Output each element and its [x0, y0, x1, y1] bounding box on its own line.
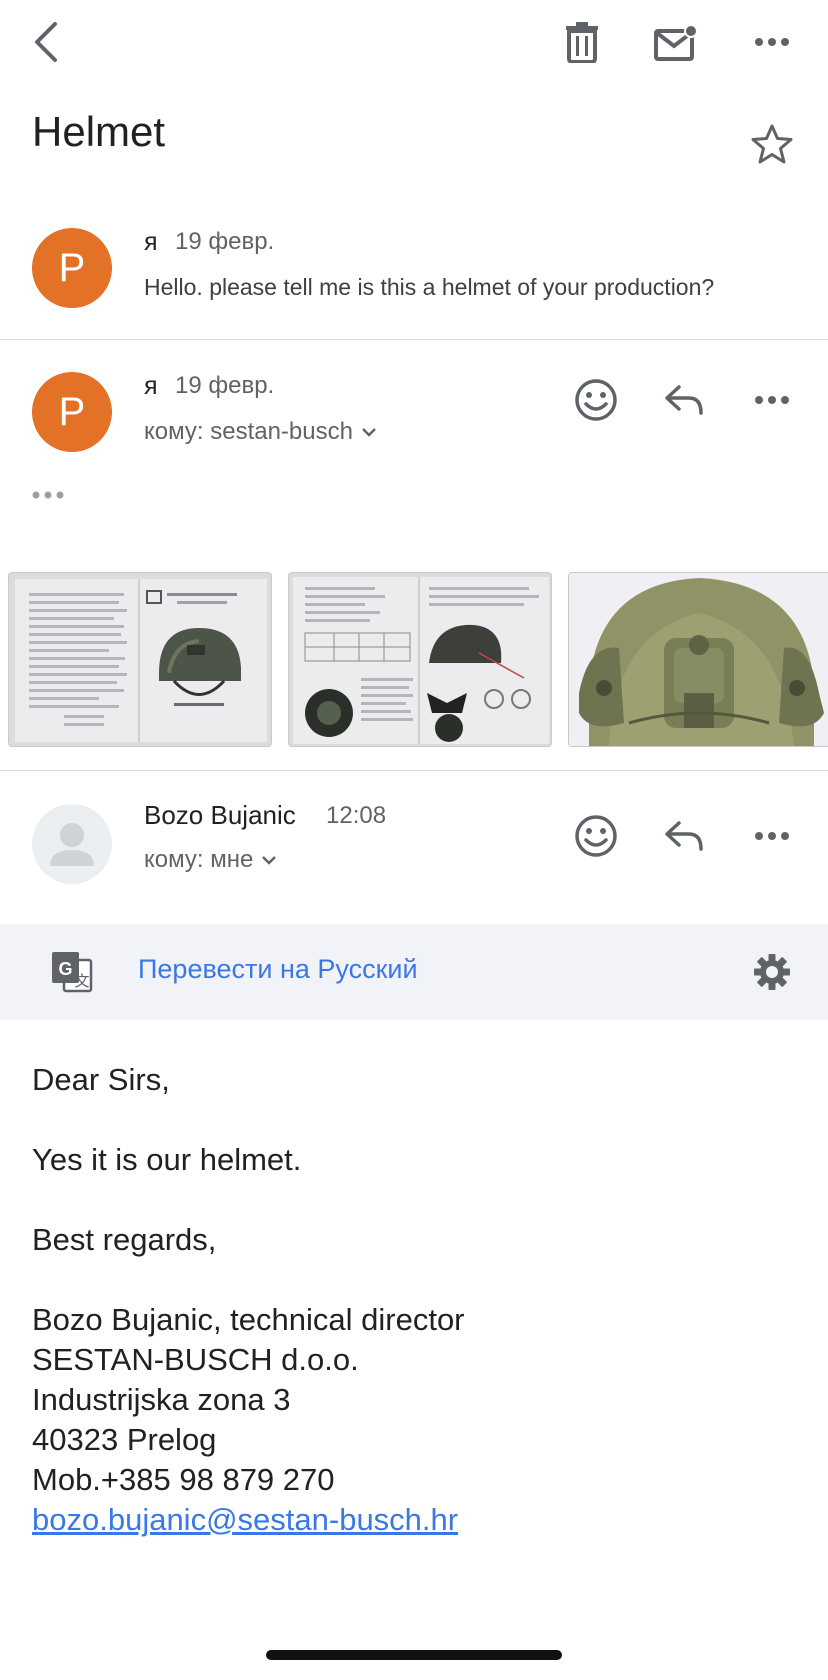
signature-city: 40323 Prelog: [32, 1422, 217, 1457]
translate-bar: G 文 Перевести на Русский: [0, 924, 828, 1020]
recipients-toggle[interactable]: кому: sestan-busch: [144, 418, 377, 446]
body-line: Yes it is our helmet.: [32, 1142, 302, 1177]
google-translate-icon: G 文: [50, 950, 94, 994]
attachment-thumbnail-manual-1[interactable]: [8, 572, 272, 747]
recipients-text: кому: sestan-busch: [144, 418, 353, 445]
sender-name: я: [144, 228, 158, 256]
more-options-button[interactable]: [746, 16, 798, 68]
divider: [0, 339, 828, 340]
message-time: 12:08: [326, 802, 387, 829]
document-photo-image: [289, 573, 551, 746]
mark-unread-button[interactable]: [648, 14, 704, 70]
sender-name: я: [144, 372, 158, 400]
mail-unread-icon: [654, 24, 698, 61]
top-app-bar: [0, 0, 828, 90]
gear-icon: [754, 954, 790, 990]
chevron-left-icon: [35, 22, 57, 62]
reply-icon: [665, 821, 703, 851]
document-photo-image: [9, 573, 271, 746]
divider: [0, 770, 828, 771]
signature-name: Bozo Bujanic, technical director: [32, 1302, 465, 1337]
reply-icon: [665, 385, 703, 415]
email-subject: Helmet: [32, 108, 166, 155]
chevron-down-icon: [362, 428, 376, 437]
smiley-icon: [575, 379, 617, 421]
signature-address: Industrijska zona 3: [32, 1382, 291, 1417]
message-collapsed[interactable]: P я 19 февр. Hello. please tell me is th…: [0, 210, 828, 338]
star-button[interactable]: [748, 120, 796, 168]
recipients-text: кому: мне: [144, 846, 254, 873]
helmet-photo-image: [569, 573, 828, 746]
delete-button[interactable]: [556, 16, 608, 68]
avatar: P: [32, 372, 112, 452]
body-closing: Best regards,: [32, 1222, 217, 1257]
star-outline-icon: [751, 124, 793, 164]
home-indicator: [266, 1650, 562, 1660]
translate-link[interactable]: Перевести на Русский: [138, 954, 418, 985]
emoji-reaction-button[interactable]: [570, 810, 622, 862]
body-greeting: Dear Sirs,: [32, 1062, 170, 1097]
attachment-thumbnail-helmet-photo[interactable]: [568, 572, 828, 747]
message-snippet: Hello. please tell me is this a helmet o…: [144, 274, 715, 300]
message-more-button[interactable]: [746, 374, 798, 426]
more-horizontal-icon: [755, 832, 789, 840]
signature-company: SESTAN-BUSCH d.o.o.: [32, 1342, 359, 1377]
reply-button[interactable]: [658, 374, 710, 426]
person-icon: [50, 823, 94, 866]
recipients-toggle[interactable]: кому: мне: [144, 846, 277, 874]
avatar-default: [32, 804, 112, 884]
avatar: P: [32, 228, 112, 308]
signature-email-link[interactable]: bozo.bujanic@sestan-busch.hr: [32, 1500, 458, 1540]
ellipsis-icon: [32, 491, 64, 499]
svg-text:G: G: [58, 959, 72, 979]
message-more-button[interactable]: [746, 810, 798, 862]
svg-text:文: 文: [74, 973, 89, 990]
back-button[interactable]: [20, 16, 72, 68]
message-header: Bozo Bujanic 12:08 кому: мне: [0, 782, 828, 892]
message-header: P я 19 февр. кому: sestan-busch: [0, 352, 828, 462]
smiley-icon: [575, 815, 617, 857]
translate-settings-button[interactable]: [746, 946, 798, 998]
message-date: 19 февр.: [175, 228, 275, 255]
show-trimmed-content-button[interactable]: [30, 490, 66, 500]
emoji-reaction-button[interactable]: [570, 374, 622, 426]
chevron-down-icon: [262, 856, 277, 865]
message-date: 19 февр.: [175, 372, 275, 399]
more-horizontal-icon: [755, 396, 789, 404]
reply-button[interactable]: [658, 810, 710, 862]
attachment-thumbnail-manual-2[interactable]: [288, 572, 552, 747]
more-horizontal-icon: [755, 38, 789, 46]
signature-mobile: Mob.+385 98 879 270: [32, 1462, 335, 1497]
sender-name: Bozo Bujanic: [144, 800, 296, 830]
trash-icon: [566, 22, 598, 63]
